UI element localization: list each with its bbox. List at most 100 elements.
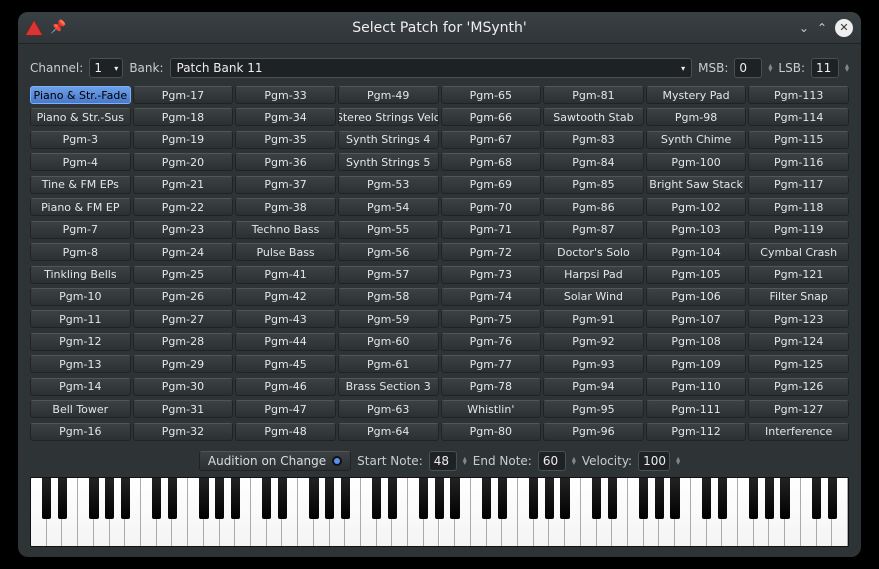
patch-button[interactable]: Pgm-53 bbox=[338, 176, 439, 194]
black-key[interactable] bbox=[419, 478, 428, 519]
patch-button[interactable]: Tinkling Bells bbox=[30, 266, 131, 284]
lsb-input[interactable]: 11 bbox=[811, 58, 839, 78]
patch-button[interactable]: Pgm-3 bbox=[30, 131, 131, 149]
patch-button[interactable]: Pgm-112 bbox=[646, 423, 747, 441]
black-key[interactable] bbox=[231, 478, 240, 519]
patch-button[interactable]: Pgm-92 bbox=[543, 333, 644, 351]
patch-button[interactable]: Synth Strings 5 bbox=[338, 153, 439, 171]
black-key[interactable] bbox=[560, 478, 569, 519]
black-key[interactable] bbox=[529, 478, 538, 519]
patch-button[interactable]: Pgm-67 bbox=[441, 131, 542, 149]
patch-button[interactable]: Pgm-126 bbox=[748, 378, 849, 396]
black-key[interactable] bbox=[545, 478, 554, 519]
patch-button[interactable]: Pgm-13 bbox=[30, 355, 131, 373]
patch-button[interactable]: Pgm-94 bbox=[543, 378, 644, 396]
start-note-spinner[interactable]: ▴▾ bbox=[463, 457, 467, 465]
black-key[interactable] bbox=[608, 478, 617, 519]
patch-button[interactable]: Filter Snap bbox=[748, 288, 849, 306]
patch-button[interactable]: Pgm-86 bbox=[543, 198, 644, 216]
patch-button[interactable]: Pgm-23 bbox=[133, 221, 234, 239]
patch-button[interactable]: Pgm-56 bbox=[338, 243, 439, 261]
patch-button[interactable]: Pgm-71 bbox=[441, 221, 542, 239]
patch-button[interactable]: Pgm-93 bbox=[543, 355, 644, 373]
patch-button[interactable]: Pgm-63 bbox=[338, 400, 439, 418]
patch-button[interactable]: Brass Section 3 bbox=[338, 378, 439, 396]
black-key[interactable] bbox=[121, 478, 130, 519]
patch-button[interactable]: Pgm-69 bbox=[441, 176, 542, 194]
patch-button[interactable]: Pgm-55 bbox=[338, 221, 439, 239]
patch-button[interactable]: Pgm-117 bbox=[748, 176, 849, 194]
patch-button[interactable]: Pgm-10 bbox=[30, 288, 131, 306]
patch-button[interactable]: Pgm-72 bbox=[441, 243, 542, 261]
patch-button[interactable]: Pgm-49 bbox=[338, 86, 439, 104]
patch-button[interactable]: Harpsi Pad bbox=[543, 266, 644, 284]
patch-button[interactable]: Pgm-19 bbox=[133, 131, 234, 149]
patch-button[interactable]: Pgm-11 bbox=[30, 310, 131, 328]
black-key[interactable] bbox=[309, 478, 318, 519]
patch-button[interactable]: Pgm-73 bbox=[441, 266, 542, 284]
black-key[interactable] bbox=[278, 478, 287, 519]
patch-button[interactable]: Pgm-44 bbox=[235, 333, 336, 351]
patch-button[interactable]: Pgm-45 bbox=[235, 355, 336, 373]
patch-button[interactable]: Pgm-28 bbox=[133, 333, 234, 351]
patch-button[interactable]: Pgm-77 bbox=[441, 355, 542, 373]
bank-select[interactable]: Patch Bank 11 ▾ bbox=[170, 58, 693, 78]
black-key[interactable] bbox=[341, 478, 350, 519]
patch-button[interactable]: Interference bbox=[748, 423, 849, 441]
black-key[interactable] bbox=[450, 478, 459, 519]
patch-button[interactable]: Pgm-41 bbox=[235, 266, 336, 284]
patch-button[interactable]: Pgm-70 bbox=[441, 198, 542, 216]
patch-button[interactable]: Mystery Pad bbox=[646, 86, 747, 104]
black-key[interactable] bbox=[105, 478, 114, 519]
patch-button[interactable]: Pgm-43 bbox=[235, 310, 336, 328]
patch-button[interactable]: Tine & FM EPs bbox=[30, 176, 131, 194]
patch-button[interactable]: Pgm-102 bbox=[646, 198, 747, 216]
patch-button[interactable]: Bright Saw Stack bbox=[646, 176, 747, 194]
patch-button[interactable]: Pgm-46 bbox=[235, 378, 336, 396]
patch-button[interactable]: Pgm-103 bbox=[646, 221, 747, 239]
patch-button[interactable]: Solar Wind bbox=[543, 288, 644, 306]
black-key[interactable] bbox=[765, 478, 774, 519]
patch-button[interactable]: Pgm-37 bbox=[235, 176, 336, 194]
patch-button[interactable]: Pgm-14 bbox=[30, 378, 131, 396]
patch-button[interactable]: Pgm-100 bbox=[646, 153, 747, 171]
patch-button[interactable]: Doctor's Solo bbox=[543, 243, 644, 261]
patch-button[interactable]: Pgm-109 bbox=[646, 355, 747, 373]
black-key[interactable] bbox=[388, 478, 397, 519]
patch-button[interactable]: Pgm-118 bbox=[748, 198, 849, 216]
patch-button[interactable]: Pgm-104 bbox=[646, 243, 747, 261]
velocity-spinner[interactable]: ▴▾ bbox=[676, 457, 680, 465]
black-key[interactable] bbox=[780, 478, 789, 519]
patch-button[interactable]: Pgm-30 bbox=[133, 378, 234, 396]
end-note-input[interactable]: 60 bbox=[538, 451, 566, 471]
patch-button[interactable]: Pgm-115 bbox=[748, 131, 849, 149]
black-key[interactable] bbox=[435, 478, 444, 519]
patch-button[interactable]: Pgm-107 bbox=[646, 310, 747, 328]
patch-button[interactable]: Pgm-27 bbox=[133, 310, 234, 328]
patch-button[interactable]: Pgm-29 bbox=[133, 355, 234, 373]
patch-button[interactable]: Pgm-96 bbox=[543, 423, 644, 441]
black-key[interactable] bbox=[670, 478, 679, 519]
black-key[interactable] bbox=[498, 478, 507, 519]
patch-button[interactable]: Pgm-24 bbox=[133, 243, 234, 261]
black-key[interactable] bbox=[482, 478, 491, 519]
patch-button[interactable]: Pgm-114 bbox=[748, 108, 849, 126]
patch-button[interactable]: Pulse Bass bbox=[235, 243, 336, 261]
lsb-spinner[interactable]: ▴▾ bbox=[845, 64, 849, 72]
patch-button[interactable]: Pgm-47 bbox=[235, 400, 336, 418]
patch-button[interactable]: Pgm-119 bbox=[748, 221, 849, 239]
close-button[interactable]: ✕ bbox=[835, 19, 853, 37]
patch-button[interactable]: Pgm-25 bbox=[133, 266, 234, 284]
black-key[interactable] bbox=[89, 478, 98, 519]
patch-button[interactable]: Pgm-64 bbox=[338, 423, 439, 441]
patch-button[interactable]: Synth Chime bbox=[646, 131, 747, 149]
black-key[interactable] bbox=[655, 478, 664, 519]
piano-keyboard[interactable] bbox=[30, 477, 849, 547]
patch-button[interactable]: Pgm-48 bbox=[235, 423, 336, 441]
patch-button[interactable]: Pgm-113 bbox=[748, 86, 849, 104]
patch-button[interactable]: Pgm-91 bbox=[543, 310, 644, 328]
patch-button[interactable]: Pgm-61 bbox=[338, 355, 439, 373]
patch-button[interactable]: Pgm-116 bbox=[748, 153, 849, 171]
patch-button[interactable]: Pgm-125 bbox=[748, 355, 849, 373]
patch-button[interactable]: Pgm-68 bbox=[441, 153, 542, 171]
